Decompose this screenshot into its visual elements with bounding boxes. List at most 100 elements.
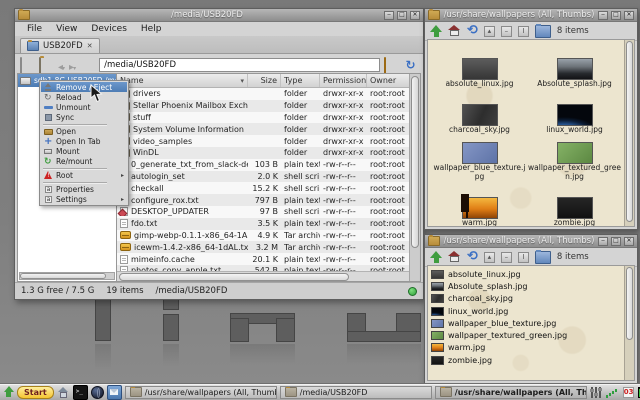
file-row[interactable]: DESKTOP_UPDATER 97 B shell script -rw-r-… — [117, 206, 409, 218]
file-row[interactable]: drivers folder drwxr-xr-x root:root — [117, 88, 409, 100]
file-row[interactable]: icewm-1.4.2-x86_64-1dAL.txz 3.2 M Tar ar… — [117, 241, 409, 253]
up-icon[interactable] — [430, 251, 442, 264]
back-button[interactable]: ◂▾ — [58, 55, 65, 75]
new-window-button[interactable] — [20, 58, 35, 72]
wallpaper-item[interactable]: zombie.jpg — [431, 354, 622, 366]
refresh-icon[interactable]: ⟲ — [467, 24, 478, 38]
task-button[interactable]: /usr/share/wallpapers (All, Thumbs) — [435, 386, 587, 399]
quicklaunch-mail-icon[interactable] — [107, 385, 122, 400]
network-signal-icon[interactable] — [606, 387, 619, 398]
eject-icon[interactable]: ▴ — [484, 26, 495, 37]
wallpaper-item[interactable]: absolute_linux.jpg — [431, 268, 622, 280]
wallpaper-item[interactable]: Absolute_splash.jpg — [527, 42, 622, 89]
new-tab-button[interactable] — [39, 58, 54, 72]
forward-button[interactable]: ▸▾ — [69, 55, 76, 75]
bookmarks-folder-icon[interactable] — [535, 25, 551, 38]
file-row[interactable]: WinDL folder drwxr-xr-x root:root — [117, 147, 409, 159]
vscrollbar[interactable] — [624, 266, 634, 380]
home-icon[interactable] — [448, 25, 461, 37]
close-button[interactable] — [624, 11, 634, 20]
quicklaunch-home-icon[interactable] — [57, 386, 70, 399]
list-hscrollbar[interactable] — [117, 271, 409, 281]
column-name[interactable]: Name — [117, 74, 248, 87]
calendar-tray-icon[interactable]: 03 — [623, 387, 634, 398]
context-menu-item[interactable]: Settings ▸ — [41, 194, 127, 204]
refresh-button[interactable]: ↻ — [403, 58, 418, 72]
menubar-item[interactable]: View — [49, 24, 84, 34]
file-row[interactable]: 0_generate_txt_from_slack-desc.txt 103 B… — [117, 159, 409, 171]
wallpaper-item[interactable]: linux_world.jpg — [527, 89, 622, 136]
wallpaper-item[interactable]: wallpaper_textured_green.jpg — [431, 329, 622, 341]
start-arrow-icon[interactable] — [3, 386, 14, 398]
wallpaper-item[interactable]: warm.jpg — [431, 342, 622, 354]
wallpaper-item[interactable]: warm.jpg — [432, 182, 527, 228]
resize-icon[interactable]: I — [518, 252, 529, 263]
file-row[interactable]: System Volume Information folder drwxr-x… — [117, 123, 409, 135]
quicklaunch-terminal-icon[interactable] — [73, 385, 88, 400]
wallpaper-item[interactable]: wallpaper_blue_texture.jpg — [432, 135, 527, 182]
hide-icon[interactable]: – — [501, 252, 512, 263]
file-row[interactable]: autologin_set 2.0 K shell script -rw-r--… — [117, 171, 409, 183]
wallpaper-item[interactable]: charcoal_sky.jpg — [431, 293, 622, 305]
file-row[interactable]: Stellar Phoenix Mailbox Exchange R... fo… — [117, 100, 409, 112]
minimize-button[interactable] — [598, 11, 608, 20]
volume-mixer-icon[interactable] — [590, 387, 602, 398]
column-type[interactable]: Type — [281, 74, 320, 87]
wallpaper-item[interactable]: absolute_linux.jpg — [432, 42, 527, 89]
context-menu-item[interactable]: Unmount — [41, 102, 127, 112]
quicklaunch-browser-icon[interactable] — [91, 386, 104, 399]
menubar-item[interactable]: Devices — [84, 24, 133, 34]
start-button[interactable]: Start — [17, 386, 54, 399]
up-button[interactable] — [80, 58, 95, 72]
eject-icon[interactable]: ▴ — [484, 252, 495, 263]
wallpaper-item[interactable]: Absolute_splash.jpg — [431, 280, 622, 292]
path-input[interactable]: /media/USB20FD — [99, 58, 380, 72]
wallpaper-item[interactable]: linux_world.jpg — [431, 305, 622, 317]
hide-icon[interactable]: – — [501, 26, 512, 37]
menubar-item[interactable]: File — [20, 24, 49, 34]
wallpaper-item[interactable]: wallpaper_blue_texture.jpg — [431, 317, 622, 329]
maximize-button[interactable] — [611, 11, 621, 20]
titlebar[interactable]: /media/USB20FD — [15, 9, 423, 22]
list-vscrollbar[interactable] — [409, 74, 420, 281]
column-permission[interactable]: Permission — [320, 74, 367, 87]
context-menu-item[interactable]: Open In Tab — [41, 136, 127, 146]
wallpaper-item[interactable]: charcoal_sky.jpg — [432, 89, 527, 136]
task-button[interactable]: /media/USB20FD — [280, 386, 432, 399]
context-menu-item[interactable]: Mount — [41, 146, 127, 156]
tab-usb20fd[interactable]: USB20FD — [20, 38, 100, 53]
task-button[interactable]: /usr/share/wallpapers (All, Thumbs) — [125, 386, 277, 399]
menubar-item[interactable]: Help — [134, 24, 169, 34]
file-row[interactable]: mimeinfo.cache 20.1 K plain text dc -rw-… — [117, 253, 409, 265]
titlebar[interactable]: /usr/share/wallpapers (All, Thumbs) — [425, 235, 637, 248]
minimize-button[interactable] — [384, 11, 394, 20]
file-row[interactable]: checkall 15.2 K shell script -rw-r--r-- … — [117, 182, 409, 194]
file-row[interactable]: stuff folder drwxr-xr-x root:root — [117, 112, 409, 124]
maximize-button[interactable] — [611, 237, 621, 246]
bookmarks-folder-icon[interactable] — [535, 251, 551, 264]
close-button[interactable] — [624, 237, 634, 246]
file-permission: drwxr-xr-x — [320, 125, 367, 134]
context-menu-item[interactable]: Reload — [41, 92, 127, 102]
context-menu-item[interactable]: Remove / Eject — [41, 82, 127, 92]
column-owner[interactable]: Owner — [367, 74, 409, 87]
vscrollbar[interactable] — [624, 40, 634, 226]
minimize-button[interactable] — [598, 237, 608, 246]
file-row[interactable]: gimp-webp-0.1.1-x86_64-1AL.txz 4.9 K Tar… — [117, 230, 409, 242]
sidebar-hscrollbar[interactable] — [19, 272, 115, 280]
file-row[interactable]: video_samples folder drwxr-xr-x root:roo… — [117, 135, 409, 147]
refresh-icon[interactable]: ⟲ — [467, 250, 478, 264]
close-button[interactable] — [410, 11, 420, 20]
resize-icon[interactable]: I — [518, 26, 529, 37]
file-row[interactable]: configure_rox.txt 797 B plain text dc -r… — [117, 194, 409, 206]
tab-close-icon[interactable] — [87, 42, 93, 50]
titlebar[interactable]: /usr/share/wallpapers (All, Thumbs) — [425, 9, 637, 22]
wallpaper-item[interactable]: zombie.jpg — [527, 182, 622, 228]
bookmark-button[interactable] — [384, 58, 399, 72]
column-size[interactable]: Size — [248, 74, 281, 87]
home-icon[interactable] — [448, 251, 461, 263]
wallpaper-item[interactable]: wallpaper_textured_green.jpg — [527, 135, 622, 182]
up-icon[interactable] — [430, 25, 442, 38]
file-row[interactable]: fdo.txt 3.5 K plain text dc -rw-r--r-- r… — [117, 218, 409, 230]
maximize-button[interactable] — [397, 11, 407, 20]
